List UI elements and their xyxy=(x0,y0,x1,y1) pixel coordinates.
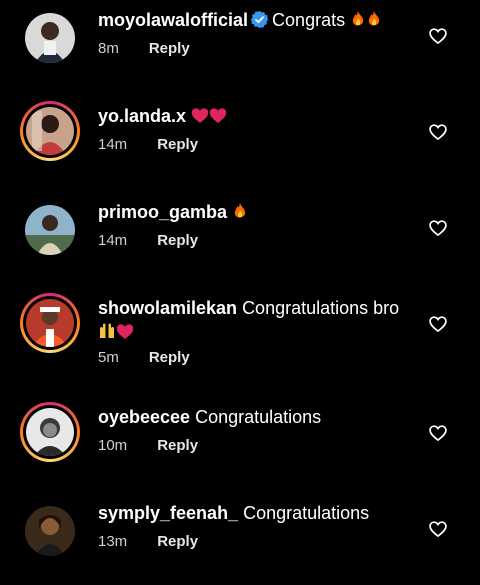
heart-outline-icon[interactable] xyxy=(428,314,448,334)
comment-meta: 8m Reply xyxy=(98,40,190,57)
username[interactable]: primoo_gamba xyxy=(98,202,227,222)
comment-meta: 10m Reply xyxy=(98,437,198,454)
avatar[interactable] xyxy=(20,501,80,561)
reply-button[interactable]: Reply xyxy=(149,40,190,57)
fire-emoji-icon xyxy=(366,10,382,34)
comment-text: yo.landa.x xyxy=(98,104,420,130)
comment-message: Congrats xyxy=(272,10,346,30)
timestamp: 10m xyxy=(98,437,128,454)
comment-text: moyolawalofficial Congrats xyxy=(98,8,420,34)
comment-message: Congratulations bro xyxy=(242,298,400,318)
timestamp: 14m xyxy=(98,232,128,249)
comment-text: symply_feenah_ Congratulations xyxy=(98,501,420,525)
timestamp: 5m xyxy=(98,349,119,366)
heart-emoji-icon xyxy=(116,322,134,346)
avatar[interactable] xyxy=(20,8,80,68)
fire-emoji-icon xyxy=(232,202,248,226)
username[interactable]: oyebeecee xyxy=(98,407,190,427)
reply-button[interactable]: Reply xyxy=(157,232,198,249)
timestamp: 8m xyxy=(98,40,119,57)
comment-message: Congratulations xyxy=(195,407,322,427)
reply-button[interactable]: Reply xyxy=(149,349,190,366)
comment-meta: 14m Reply xyxy=(98,232,198,249)
reply-button[interactable]: Reply xyxy=(157,533,198,550)
comment-text: oyebeecee Congratulations xyxy=(98,405,420,429)
heart-outline-icon[interactable] xyxy=(428,423,448,443)
username[interactable]: showolamilekan xyxy=(98,298,237,318)
heart-outline-icon[interactable] xyxy=(428,26,448,46)
username[interactable]: yo.landa.x xyxy=(98,106,186,126)
comment-meta: 5m Reply xyxy=(98,349,190,366)
avatar[interactable] xyxy=(20,101,80,161)
fire-emoji-icon xyxy=(350,10,366,34)
avatar[interactable] xyxy=(20,200,80,260)
heart-emoji-icon xyxy=(191,106,209,130)
verified-badge-icon xyxy=(250,10,269,29)
heart-outline-icon[interactable] xyxy=(428,519,448,539)
heart-emoji-icon xyxy=(209,106,227,130)
comment-message: Congratulations xyxy=(243,503,370,523)
heart-outline-icon[interactable] xyxy=(428,218,448,238)
heart-outline-icon[interactable] xyxy=(428,122,448,142)
avatar[interactable] xyxy=(20,402,80,462)
comment-text: primoo_gamba xyxy=(98,200,420,226)
username[interactable]: moyolawalofficial xyxy=(98,10,248,30)
avatar[interactable] xyxy=(20,293,80,353)
username[interactable]: symply_feenah_ xyxy=(98,503,238,523)
comment-meta: 13m Reply xyxy=(98,533,198,550)
timestamp: 13m xyxy=(98,533,128,550)
reply-button[interactable]: Reply xyxy=(157,136,198,153)
timestamp: 14m xyxy=(98,136,128,153)
reply-button[interactable]: Reply xyxy=(157,437,198,454)
comment-text: showolamilekan Congratulations bro xyxy=(98,296,420,346)
raised-hands-emoji-icon xyxy=(98,322,116,346)
comment-meta: 14m Reply xyxy=(98,136,198,153)
